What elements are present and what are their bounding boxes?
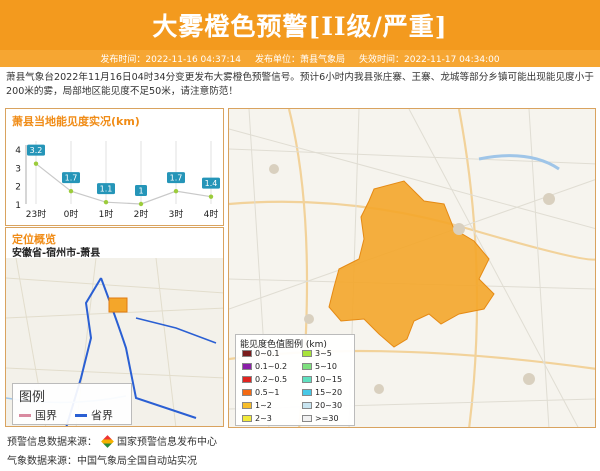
legend-range-label: 1~2 [255,401,272,410]
x-tick-label: 3时 [169,208,184,220]
legend-range-label: 0.2~0.5 [255,375,288,384]
warning-source-line: 预警信息数据来源： 国家预警信息发布中心 [7,433,217,448]
legend-range-label: 0.1~0.2 [255,362,288,371]
legend-color-swatch [242,402,252,409]
visibility-legend-item: 1~2 [242,401,272,410]
legend-country-label: 国界 [35,409,57,422]
legend-color-swatch [302,389,312,396]
data-point[interactable] [68,188,74,194]
visibility-legend-item: 0.2~0.5 [242,375,287,384]
visibility-legend-item: 3~5 [302,349,332,358]
data-point[interactable] [138,201,144,207]
publish-time: 发布时间：2022-11-16 04:37:14 [100,55,241,65]
data-label: 1.4 [205,179,218,188]
legend-range-label: 0~0.1 [255,349,280,358]
legend-range-label: 5~10 [315,362,337,371]
legend-range-label: 20~30 [315,401,343,410]
visibility-color-legend: 能见度色值图例 (km) 0~0.1 3~5 0.1~0.2 5~10 0.2~0.5 1… [235,334,355,426]
warning-area-map[interactable]: 能见度色值图例 (km) 0~0.1 3~5 0.1~0.2 5~10 0.2~0.5 1… [228,108,596,428]
legend-range-label: 0.5~1 [255,388,280,397]
data-point[interactable] [173,188,179,194]
warning-description: 萧县气象台2022年11月16日04时34分变更发布大雾橙色预警信号。预计6小时… [6,72,594,97]
y-tick-label: 1 [15,201,21,211]
data-label: 3.2 [30,146,43,155]
visibility-legend-item: 5~10 [302,362,337,371]
legend-color-swatch [242,376,252,383]
y-tick-label: 3 [15,164,21,174]
x-tick-label: 2时 [134,208,149,220]
boundary-legend-title: 图例 [19,390,46,405]
visibility-chart-title: 萧县当地能见度实况(km) [12,115,140,128]
data-label: 1 [138,187,143,196]
data-point[interactable] [103,199,109,205]
location-overview-panel: 定位概览 安徽省-宿州市-萧县 图例 国界 省界 [5,227,224,427]
visibility-chart-panel: 4 3 2 1 3.2 23时 1.7 0时 1.1 1时 1 2时 1.7 3时 1.4 4时 萧县当地能见… [5,108,224,226]
warning-center-logo-icon [101,435,114,448]
data-label: 1.1 [100,185,113,194]
legend-color-swatch [242,415,252,422]
expire-time: 失效时间：2022-11-17 04:34:00 [359,55,500,65]
warning-header: 大雾橙色预警[II级/严重] [0,0,600,50]
y-tick-label: 4 [15,146,21,156]
x-tick-label: 4时 [204,208,219,220]
visibility-legend-item: 2~3 [242,414,272,423]
visibility-legend-item: 0.1~0.2 [242,362,287,371]
warning-meta-bar: 发布时间：2022-11-16 04:37:14 发布单位：萧县气象局 失效时间… [0,50,600,67]
legend-color-swatch [302,402,312,409]
x-tick-label: 1时 [99,208,114,220]
data-label: 1.7 [65,174,78,183]
legend-color-swatch [242,363,252,370]
legend-province: 省界 [75,407,113,423]
weather-source-line: 气象数据来源：中国气象局全国自动站实况 [7,452,197,467]
legend-range-label: 3~5 [315,349,332,358]
province-line-swatch [75,413,87,417]
visibility-legend-item: 0.5~1 [242,388,280,397]
legend-color-swatch [242,350,252,357]
legend-color-swatch [302,350,312,357]
country-line-swatch [19,413,31,417]
legend-color-swatch [302,363,312,370]
visibility-series-line [35,163,212,205]
visibility-legend-item: 0~0.1 [242,349,280,358]
legend-range-label: >=30 [315,414,339,423]
weather-source-name: 中国气象局全国自动站实况 [77,456,197,467]
boundary-legend: 图例 国界 省界 [12,383,132,425]
legend-color-swatch [242,389,252,396]
x-tick-label: 0时 [64,208,79,220]
data-point[interactable] [33,161,39,166]
warning-location-marker [108,297,128,313]
legend-range-label: 15~20 [315,388,343,397]
legend-color-swatch [302,415,312,422]
x-tick-label: 23时 [26,208,46,220]
legend-range-label: 2~3 [255,414,272,423]
warning-title: 大雾橙色预警[II级/严重] [152,12,448,41]
visibility-legend-item: 15~20 [302,388,342,397]
y-tick-label: 2 [15,183,21,193]
legend-country: 国界 [19,407,57,423]
legend-province-label: 省界 [91,409,113,422]
data-label: 1.7 [170,174,183,183]
data-point[interactable] [208,194,214,199]
visibility-legend-item: 10~15 [302,375,342,384]
legend-color-swatch [302,376,312,383]
location-path: 安徽省-宿州市-萧县 [12,248,101,259]
warning-source-label: 预警信息数据来源： [7,437,97,448]
visibility-legend-item: >=30 [302,414,339,423]
warning-source-name[interactable]: 国家预警信息发布中心 [117,437,217,448]
publisher: 发布单位：萧县气象局 [254,55,345,65]
legend-range-label: 10~15 [315,375,343,384]
visibility-legend-item: 20~30 [302,401,342,410]
weather-source-label: 气象数据来源： [7,456,77,467]
